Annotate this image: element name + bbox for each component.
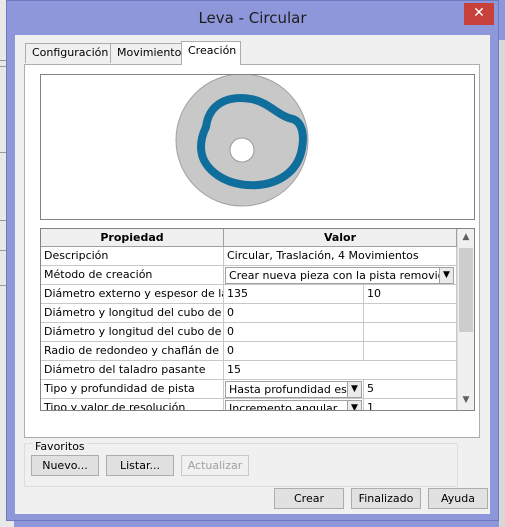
grid-row-near-hub[interactable]: Diámetro y longitud del cubo de leva cer…: [41, 304, 457, 323]
scroll-down-icon[interactable]: ▼: [458, 392, 474, 409]
far-hub-diameter-field[interactable]: 0: [224, 323, 364, 342]
value-cell: Incremento angular ▼: [224, 399, 364, 411]
title-bar[interactable]: Leva - Circular ✕: [7, 1, 498, 35]
near-hub-length-field[interactable]: [364, 304, 457, 323]
done-button[interactable]: Finalizado: [351, 488, 421, 509]
resolution-value-field[interactable]: 1: [364, 399, 457, 410]
chamfer-field[interactable]: [364, 342, 457, 361]
property-label: Método de creación: [41, 266, 224, 285]
grid-row-creation-method[interactable]: Método de creación Crear nueva pieza con…: [41, 266, 457, 285]
fillet-radius-field[interactable]: 0: [224, 342, 364, 361]
scroll-up-icon[interactable]: ▲: [458, 229, 474, 246]
cam-preview-image: [175, 75, 309, 207]
window-title: Leva - Circular: [198, 9, 307, 27]
tab-label: Movimiento: [117, 46, 182, 59]
grid-scrollbar[interactable]: ▲ ▼: [457, 229, 474, 410]
cam-bore: [229, 137, 255, 163]
property-grid: Propiedad Valor Descripción Circular, Tr…: [40, 228, 475, 411]
property-label: Diámetro y longitud del cubo de leva lej…: [41, 323, 224, 342]
background-app-edge: [499, 40, 505, 527]
scrollbar-thumb[interactable]: [459, 248, 473, 332]
near-hub-diameter-field[interactable]: 0: [224, 304, 364, 323]
create-button[interactable]: Crear: [274, 488, 344, 509]
grid-header: Propiedad Valor: [41, 229, 457, 247]
new-favorite-button[interactable]: Nuevo...: [31, 455, 99, 476]
selected-value: Incremento angular: [229, 402, 338, 411]
favorites-label: Favoritos: [33, 440, 87, 453]
chevron-down-icon[interactable]: ▼: [439, 268, 453, 283]
outer-diameter-field[interactable]: 135: [224, 285, 364, 304]
cam-preview: [40, 74, 475, 220]
property-label: Diámetro externo y espesor de la pieza e…: [41, 285, 224, 304]
property-label: Tipo y valor de resolución: [41, 399, 224, 410]
update-favorite-button[interactable]: Actualizar: [181, 455, 249, 476]
cam-dialog: Leva - Circular ✕ Configuración Movimien…: [6, 0, 499, 521]
dialog-client: Configuración Movimiento Creación Propie…: [15, 35, 490, 514]
close-icon: ✕: [473, 5, 485, 21]
tab-movimiento[interactable]: Movimiento: [110, 43, 182, 63]
list-favorites-button[interactable]: Listar...: [106, 455, 174, 476]
grid-row-track-type[interactable]: Tipo y profundidad de pista Hasta profun…: [41, 380, 457, 399]
property-label: Tipo y profundidad de pista: [41, 380, 224, 399]
property-label: Diámetro y longitud del cubo de leva cer…: [41, 304, 224, 323]
column-header-value[interactable]: Valor: [224, 229, 457, 247]
grid-row-resolution[interactable]: Tipo y valor de resolución Incremento an…: [41, 399, 457, 411]
thickness-field[interactable]: 10: [364, 285, 457, 304]
help-button[interactable]: Ayuda: [428, 488, 488, 509]
through-hole-field[interactable]: 15: [224, 361, 457, 380]
selected-value: Crear nueva pieza con la pista removida: [229, 269, 452, 282]
selected-value: Hasta profundidad especificada: [229, 383, 361, 396]
tab-label: Configuración: [32, 46, 109, 59]
chevron-down-icon[interactable]: ▼: [347, 401, 361, 410]
tab-configuracion[interactable]: Configuración: [25, 43, 111, 63]
close-button[interactable]: ✕: [464, 3, 494, 25]
value-cell: Hasta profundidad especificada ▼: [224, 380, 364, 399]
grid-row-description[interactable]: Descripción Circular, Traslación, 4 Movi…: [41, 247, 457, 266]
grid-row-through-hole[interactable]: Diámetro del taladro pasante 15: [41, 361, 457, 380]
value-text: Circular, Traslación, 4 Movimientos: [224, 247, 457, 266]
value-cell: Crear nueva pieza con la pista removida …: [224, 266, 457, 285]
tab-label: Creación: [188, 44, 237, 57]
resolution-type-select[interactable]: Incremento angular ▼: [225, 400, 362, 411]
far-hub-length-field[interactable]: [364, 323, 457, 342]
grid-row-blank-size[interactable]: Diámetro externo y espesor de la pieza e…: [41, 285, 457, 304]
grid-row-fillet-chamfer[interactable]: Radio de redondeo y chaflán de la pieza …: [41, 342, 457, 361]
property-label: Diámetro del taladro pasante: [41, 361, 224, 380]
track-type-select[interactable]: Hasta profundidad especificada ▼: [225, 381, 362, 398]
grid-row-far-hub[interactable]: Diámetro y longitud del cubo de leva lej…: [41, 323, 457, 342]
creation-method-select[interactable]: Crear nueva pieza con la pista removida …: [225, 267, 454, 284]
tab-creacion[interactable]: Creación: [181, 41, 241, 65]
property-label: Radio de redondeo y chaflán de la pieza …: [41, 342, 224, 361]
property-label: Descripción: [41, 247, 224, 266]
creation-tab-panel: Propiedad Valor Descripción Circular, Tr…: [24, 64, 480, 438]
chevron-down-icon[interactable]: ▼: [347, 382, 361, 397]
track-depth-field[interactable]: 5: [364, 380, 457, 399]
column-header-property[interactable]: Propiedad: [41, 229, 224, 247]
